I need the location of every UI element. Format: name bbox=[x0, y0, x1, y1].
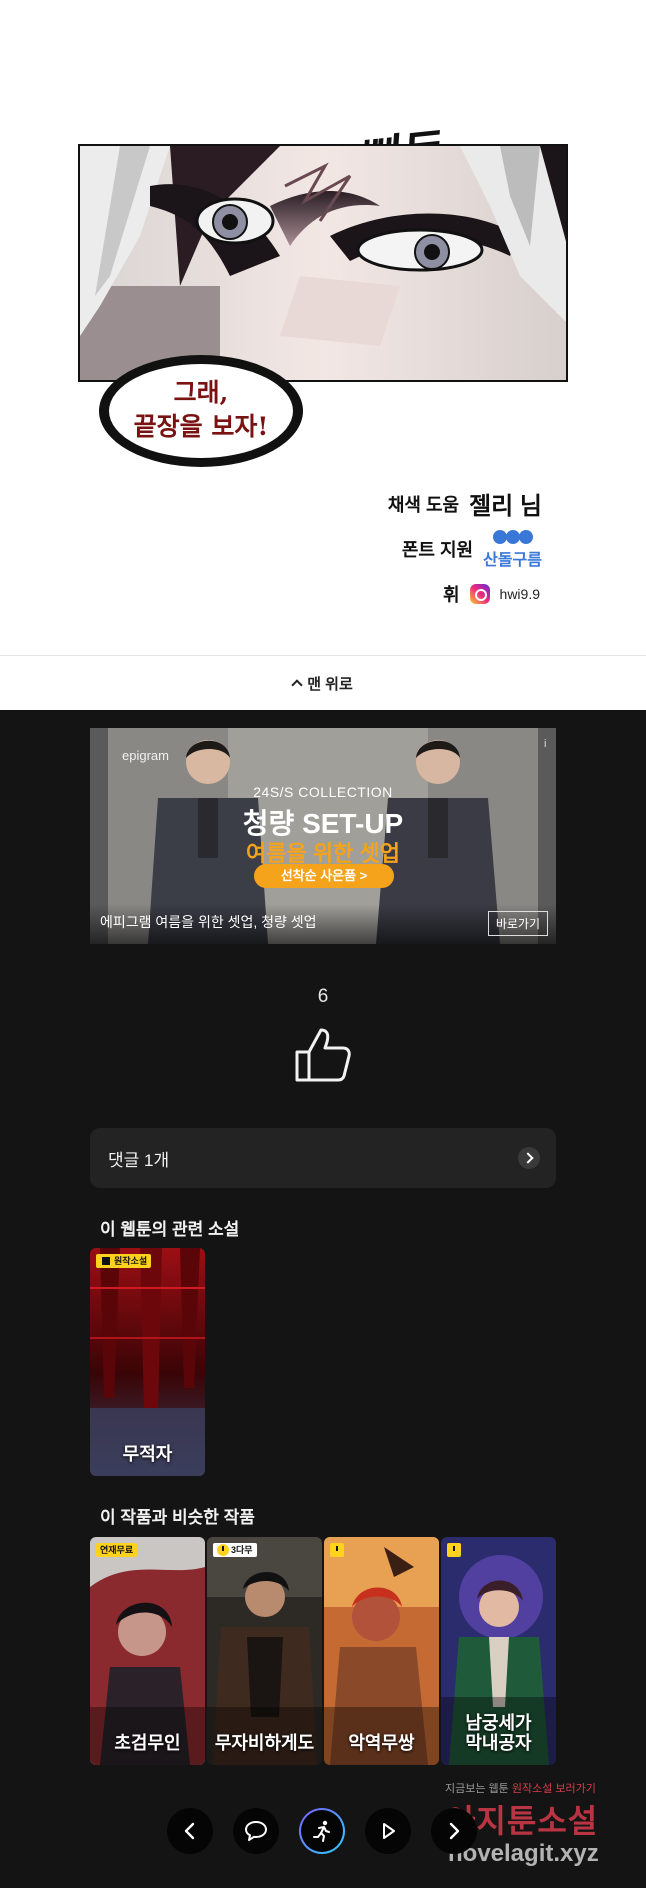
original-novel-badge: 원작소설 bbox=[96, 1254, 152, 1268]
comic-eyes-panel bbox=[78, 144, 568, 382]
ad-brand-logo: epigram bbox=[122, 748, 169, 763]
wait-free-badge bbox=[447, 1543, 461, 1557]
webtoon-title: 남궁세가 막내공자 bbox=[441, 1713, 556, 1753]
book-icon bbox=[100, 1255, 112, 1267]
comments-button[interactable]: 댓글 1개 bbox=[90, 1128, 556, 1188]
credit-hwi-label: 휘 bbox=[442, 585, 460, 605]
watermark-tagline: 지금보는 웹툰 원작소설 보러가기 bbox=[445, 1780, 596, 1796]
clock-icon bbox=[331, 1544, 343, 1556]
badge-label: 원작소설 bbox=[114, 1256, 148, 1266]
ad-collection-label: 24S/S COLLECTION bbox=[253, 784, 393, 800]
credit-hwi: 휘 hwi9.9 bbox=[443, 581, 540, 607]
next-episode-button[interactable] bbox=[431, 1808, 477, 1854]
back-to-top-label: 맨 위로 bbox=[307, 675, 353, 693]
speech-line-2: 끝장을 보자! bbox=[133, 412, 269, 441]
sandol-logo: 산돌구름 bbox=[483, 528, 542, 570]
credit-font: 폰트 지원 산돌구름 bbox=[402, 528, 542, 570]
webtoon-title: 악역무쌍 bbox=[348, 1733, 415, 1753]
comic-illustration bbox=[80, 146, 566, 380]
similar-card[interactable]: 연재무료 초검무인 bbox=[90, 1537, 205, 1765]
ad-go-button[interactable]: 바로가기 bbox=[487, 911, 548, 936]
ad-info-icon[interactable]: i bbox=[544, 738, 546, 750]
credit-color: 채색 도움 젤리 님 bbox=[388, 486, 542, 521]
ad-banner[interactable]: epigram 24S/S COLLECTION 청량 SET-UP 여름을 위… bbox=[90, 728, 556, 944]
previous-episode-button[interactable] bbox=[167, 1808, 213, 1854]
credit-color-label: 채색 도움 bbox=[387, 494, 460, 515]
credit-color-name: 젤리 님 bbox=[469, 493, 542, 520]
instagram-handle: hwi9.9 bbox=[499, 586, 540, 602]
webtoon-title-line-1: 남궁세가 bbox=[465, 1713, 532, 1733]
ad-caption: 에피그램 여름을 위한 셋업, 청량 셋업 bbox=[100, 914, 317, 930]
comment-button[interactable] bbox=[233, 1808, 279, 1854]
running-person-icon bbox=[313, 1820, 330, 1842]
like-count: 6 bbox=[317, 986, 329, 1007]
similar-works-title: 이 작품과 비슷한 작품 bbox=[100, 1508, 255, 1527]
chevron-left-icon bbox=[184, 1822, 195, 1840]
speech-bubble-text: 그래, 끝장을 보자! bbox=[96, 376, 306, 444]
chevron-right-icon bbox=[518, 1147, 540, 1169]
credit-font-label: 폰트 지원 bbox=[401, 540, 474, 560]
wait-free-badge bbox=[330, 1543, 344, 1557]
similar-card[interactable]: 악역무쌍 bbox=[324, 1537, 439, 1765]
clock-icon bbox=[448, 1544, 460, 1556]
webtoon-title-line-2: 막내공자 bbox=[465, 1733, 532, 1753]
caret-up-icon bbox=[291, 679, 303, 691]
similar-card[interactable]: 3다무 무자비하게도 bbox=[207, 1537, 322, 1765]
instagram-icon bbox=[469, 584, 490, 604]
comments-label: 댓글 1개 bbox=[108, 1150, 170, 1170]
speech-bubble-icon bbox=[245, 1821, 267, 1841]
related-novels-title: 이 웹툰의 관련 소설 bbox=[100, 1220, 240, 1239]
clock-icon bbox=[217, 1544, 229, 1556]
badge-label: 3다무 bbox=[231, 1545, 253, 1555]
webtoon-cover bbox=[207, 1537, 322, 1765]
sandol-name: 산돌구름 bbox=[483, 552, 542, 569]
related-novel-card[interactable]: 원작소설 무적자 bbox=[90, 1248, 205, 1476]
like-button[interactable] bbox=[293, 1024, 353, 1084]
chevron-right-icon bbox=[449, 1822, 460, 1840]
similar-card[interactable]: 남궁세가 막내공자 bbox=[441, 1537, 556, 1765]
auto-scroll-button[interactable] bbox=[299, 1808, 345, 1854]
cloud-icon bbox=[492, 530, 533, 544]
speech-line-1: 그래, bbox=[173, 378, 229, 407]
watermark-tagline-b: 원작소설 보러가기 bbox=[511, 1783, 596, 1795]
comic-panel: 빠득- bbox=[0, 0, 646, 655]
webtoon-cover bbox=[324, 1537, 439, 1765]
free-badge: 연재무료 bbox=[96, 1543, 138, 1557]
thumbs-up-icon bbox=[295, 1028, 351, 1082]
ad-cta-button[interactable]: 선착순 사은품 > bbox=[254, 864, 394, 888]
play-icon bbox=[383, 1823, 395, 1839]
wait-free-badge: 3다무 bbox=[213, 1543, 257, 1557]
webtoon-title: 무자비하게도 bbox=[214, 1733, 315, 1753]
play-button[interactable] bbox=[365, 1808, 411, 1854]
back-to-top-button[interactable]: 맨 위로 bbox=[0, 655, 646, 710]
novel-title: 무적자 bbox=[122, 1444, 173, 1464]
webtoon-cover bbox=[90, 1537, 205, 1765]
novel-cover bbox=[90, 1248, 205, 1476]
webtoon-title: 초검무인 bbox=[114, 1733, 181, 1753]
watermark-tagline-a: 지금보는 웹툰 bbox=[445, 1783, 509, 1795]
